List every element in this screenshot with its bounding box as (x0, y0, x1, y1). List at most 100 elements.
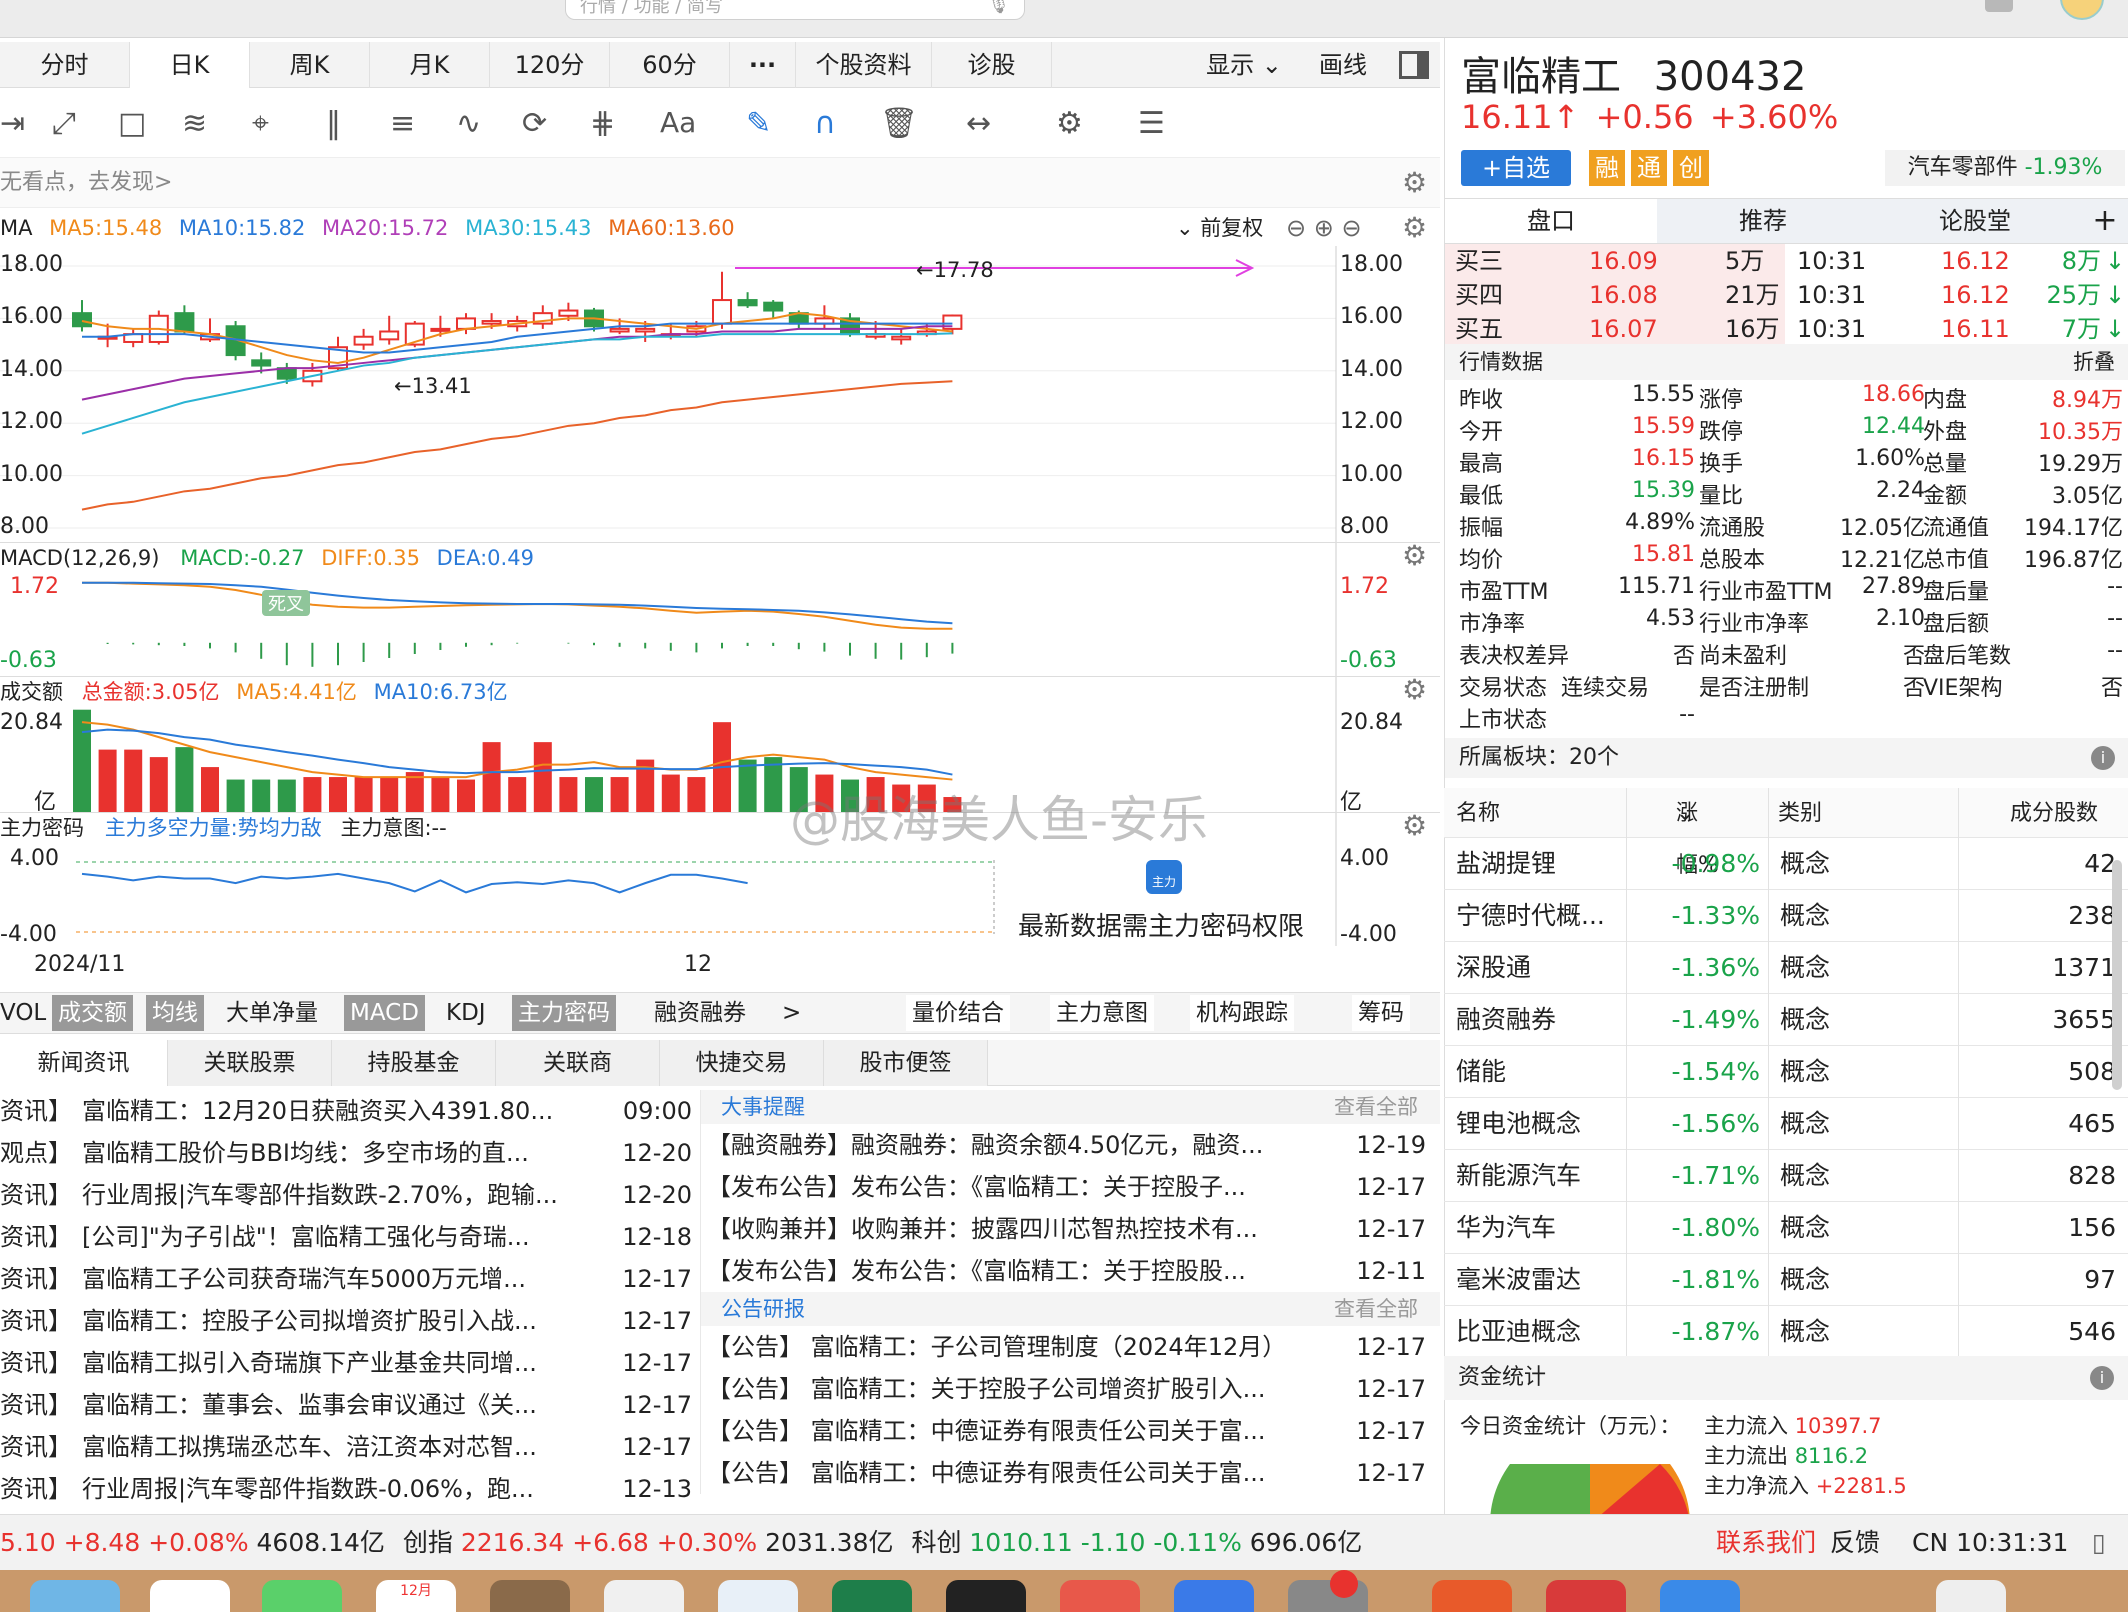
tab-month-k[interactable]: 月K (370, 42, 490, 88)
tab-related-stocks[interactable]: 关联股票 (168, 1040, 332, 1086)
tab-zl-code[interactable]: 主力密码 (512, 995, 616, 1031)
app-icon[interactable] (946, 1580, 1026, 1612)
sector-row[interactable]: 锂电池概念 -1.56% 概念 465 (1444, 1098, 2128, 1150)
sector-row[interactable]: 毫米波雷达 -1.81% 概念 97 (1444, 1254, 2128, 1306)
tab-institution[interactable]: 机构跟踪 (1190, 995, 1294, 1031)
draw-line-button[interactable]: 画线 (1298, 42, 1388, 88)
tab-diagnose[interactable]: 诊股 (932, 42, 1052, 88)
event-item[interactable]: 【公告】 富临精工：中德证券有限责任公司关于富... 12-17 (701, 1410, 1440, 1452)
news-item[interactable]: 资讯】 [公司]"为子引战"！富临精工强化与奇瑞... 12-18 (0, 1216, 700, 1258)
tab-stock-profile[interactable]: 个股资料 (796, 42, 932, 88)
settings-icon[interactable]: ⚙ (1056, 106, 1083, 141)
microphone-icon[interactable]: 🎙 (987, 0, 1010, 14)
app-icon[interactable] (832, 1580, 912, 1612)
contact-link[interactable]: 联系我们 (1716, 1515, 1816, 1571)
gear-icon[interactable]: ⚙ (1402, 675, 1427, 705)
app-icon[interactable] (604, 1580, 684, 1612)
view-all-link[interactable]: 查看全部 (1334, 1090, 1418, 1124)
view-all-link[interactable]: 查看全部 (1334, 1292, 1418, 1326)
app-icon[interactable] (490, 1580, 570, 1612)
info-icon[interactable]: i (2090, 1366, 2114, 1390)
photos-icon[interactable] (150, 1580, 230, 1612)
news-item[interactable]: 资讯】 行业周报|汽车零部件指数跌-0.06%，跑... 12-13 (0, 1468, 700, 1510)
tab-volume-price[interactable]: 量价结合 (906, 995, 1010, 1031)
sector-chip[interactable]: 汽车零部件 -1.93% (1885, 150, 2125, 186)
tab-more[interactable]: ··· (730, 42, 796, 88)
scrollbar[interactable] (2112, 860, 2122, 1090)
pen-icon[interactable]: ✎ (746, 106, 771, 141)
tab-fenshi[interactable]: 分时 (0, 42, 130, 88)
magnet-icon[interactable]: ∩ (814, 106, 836, 141)
news-item[interactable]: 资讯】 富临精工：控股子公司拟增资扩股引入战... 12-17 (0, 1300, 700, 1342)
event-item[interactable]: 【融资融券】融资融券：融资余额4.50亿元，融资... 12-19 (701, 1124, 1440, 1166)
gear-icon[interactable]: ⚙ (1402, 158, 1427, 208)
adjust-dropdown[interactable]: ⌄ 前复权 (1176, 210, 1263, 246)
tab-funds[interactable]: 持股基金 (332, 1040, 496, 1086)
wave-tool-icon[interactable]: ∿ (456, 106, 481, 141)
gear-icon[interactable]: ⚙ (1402, 541, 1427, 571)
sector-row[interactable]: 储能 -1.54% 概念 508 (1444, 1046, 2128, 1098)
sector-row[interactable]: 新能源汽车 -1.71% 概念 828 (1444, 1150, 2128, 1202)
rect-tool-icon[interactable]: □ (118, 106, 146, 141)
arrow-icon[interactable]: ⇥ (0, 106, 25, 141)
news-item[interactable]: 资讯】 富临精工拟引入奇瑞旗下产业基金共同增... 12-17 (0, 1342, 700, 1384)
event-item[interactable]: 【发布公告】发布公告：《富临精工：关于控股股... 12-11 (701, 1250, 1440, 1292)
text-tool-icon[interactable]: Aa (660, 106, 696, 139)
event-item[interactable]: 【公告】 富临精工：关于控股子公司增资扩股引入... 12-17 (701, 1368, 1440, 1410)
add-watchlist-button[interactable]: +自选 (1461, 150, 1571, 186)
sector-row[interactable]: 盐湖提锂 -0.98% 概念 42 (1444, 838, 2128, 890)
tab-kdj[interactable]: KDJ (440, 995, 492, 1031)
tab-60min[interactable]: 60分 (610, 42, 730, 88)
channel-tool-icon[interactable]: ⌖ (252, 106, 269, 141)
search-input[interactable]: 行情 / 功能 / 简写 🎙 (565, 0, 1025, 20)
pitchfork-icon[interactable]: ⋕ (590, 106, 615, 141)
event-item[interactable]: 【发布公告】发布公告：《富临精工：关于控股子... 12-17 (701, 1166, 1440, 1208)
app-icon[interactable] (1174, 1580, 1254, 1612)
tab-vol[interactable]: VOL (0, 995, 52, 1031)
fold-button[interactable]: 折叠 (2073, 344, 2115, 380)
tab-day-k[interactable]: 日K (130, 42, 250, 88)
tab-recommend[interactable]: 推荐 (1657, 199, 1869, 243)
news-item[interactable]: 资讯】 富临精工：董事会、监事会审议通过《关... 12-17 (0, 1384, 700, 1426)
gear-icon[interactable]: ⚙ (1402, 811, 1427, 841)
expand-icon[interactable]: ↔ (966, 106, 991, 141)
sector-row[interactable]: 深股通 -1.36% 概念 1371 (1444, 942, 2128, 994)
app-icon[interactable] (1660, 1580, 1740, 1612)
app-icon[interactable] (1060, 1580, 1140, 1612)
event-item[interactable]: 【公告】 富临精工：子公司管理制度（2024年12月） 12-17 (701, 1326, 1440, 1368)
vertical-lines-icon[interactable]: ‖ (326, 106, 341, 141)
tab-big-order[interactable]: 大单净量 (220, 995, 324, 1031)
tab-macd[interactable]: MACD (344, 995, 425, 1031)
feedback-link[interactable]: 反馈 (1830, 1515, 1880, 1571)
tabs-next-icon[interactable]: > (776, 995, 807, 1031)
sector-row[interactable]: 比亚迪概念 -1.87% 概念 546 (1444, 1306, 2128, 1358)
panel-toggle-icon[interactable] (1388, 42, 1440, 87)
notification-icon[interactable] (1985, 0, 2013, 12)
zoom-controls[interactable]: ⊖ ⊕ ⊖ (1286, 210, 1362, 246)
tab-ma[interactable]: 均线 (146, 995, 204, 1031)
kc-label[interactable]: 科创 (911, 1528, 961, 1557)
tab-margin[interactable]: 融资融券 (648, 995, 752, 1031)
fib-tool-icon[interactable]: ≡ (390, 106, 415, 141)
app-icon[interactable] (1546, 1580, 1626, 1612)
line-tool-icon[interactable]: ⤢ (52, 106, 76, 141)
display-dropdown[interactable]: 显示 ⌄ (1190, 42, 1298, 88)
tab-forum[interactable]: 论股堂 (1869, 199, 2081, 243)
layers-icon[interactable]: ☰ (1138, 106, 1165, 141)
tab-chips[interactable]: 筹码 (1352, 995, 1410, 1031)
event-item[interactable]: 【公告】 富临精工：中德证券有限责任公司关于富... 12-17 (701, 1452, 1440, 1494)
tab-notes[interactable]: 股市便签 (824, 1040, 988, 1086)
margin-badge[interactable]: 融 (1589, 150, 1625, 186)
messages-icon[interactable] (262, 1580, 342, 1612)
add-tab-icon[interactable]: + (2081, 199, 2128, 243)
sector-row[interactable]: 华为汽车 -1.80% 概念 156 (1444, 1202, 2128, 1254)
trash-icon[interactable]: 🗑 (880, 106, 918, 141)
tab-quick-trade[interactable]: 快捷交易 (660, 1040, 824, 1086)
trash-icon[interactable] (1936, 1580, 2006, 1612)
news-item[interactable]: 资讯】 富临精工拟携瑞丞芯车、涪江资本对芯智... 12-17 (0, 1426, 700, 1468)
app-icon[interactable] (1432, 1580, 1512, 1612)
gem-badge[interactable]: 创 (1673, 150, 1709, 186)
tab-120min[interactable]: 120分 (490, 42, 610, 88)
cy-label[interactable]: 创指 (403, 1528, 453, 1557)
tab-week-k[interactable]: 周K (250, 42, 370, 88)
